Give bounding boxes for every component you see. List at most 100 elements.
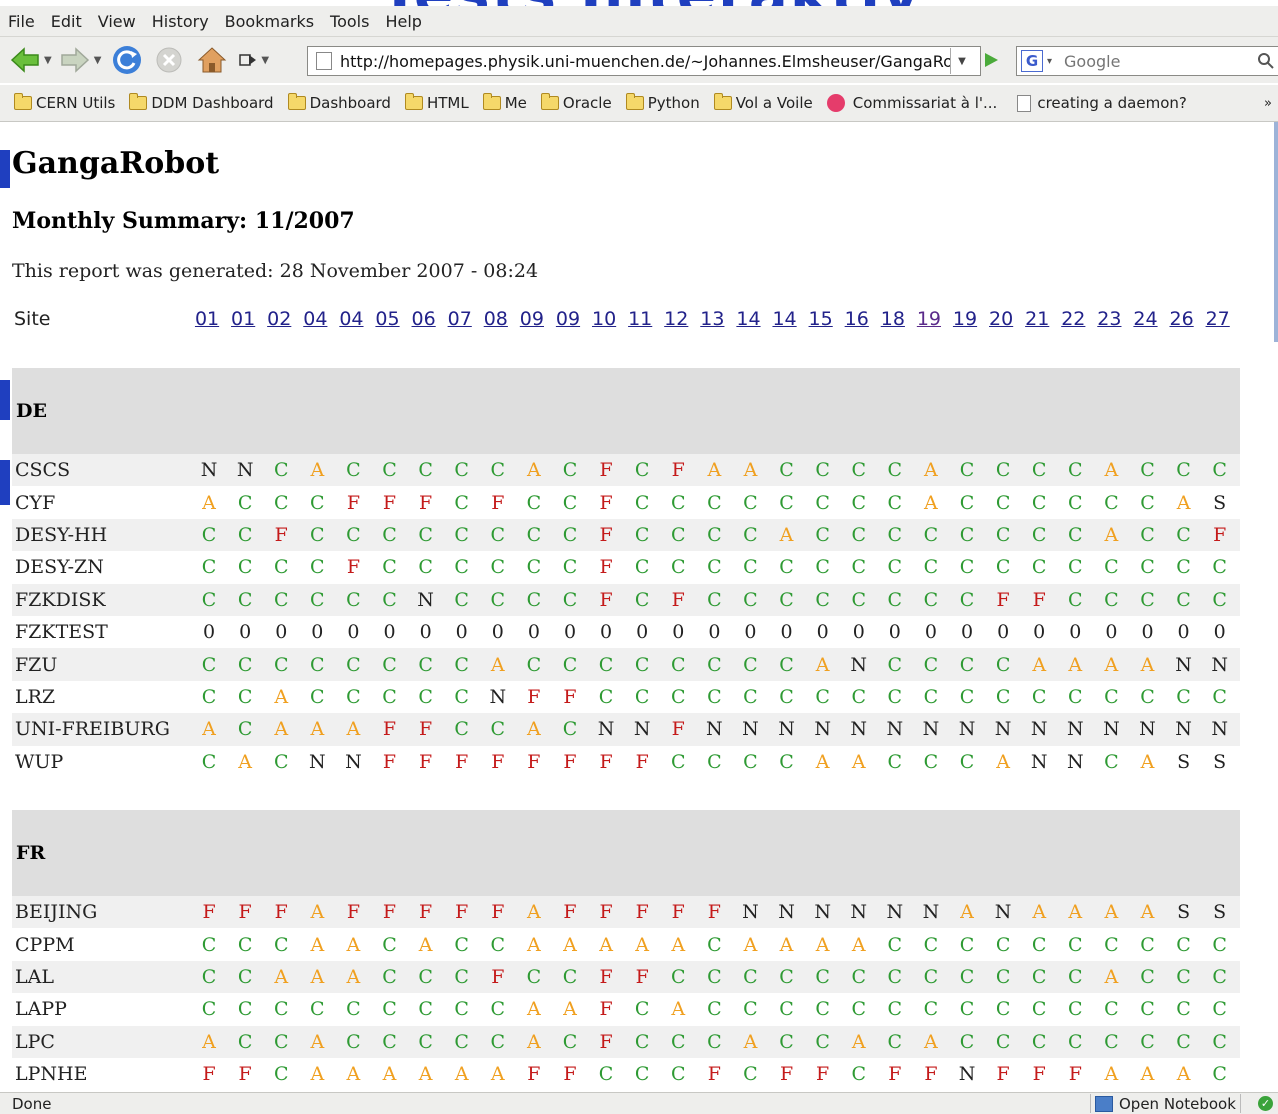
status-cell: C [346,685,361,708]
go-button[interactable] [982,51,1000,73]
menu-view[interactable]: View [90,12,144,31]
day-links: 01 01 02 04 04 05 06 07 08 09 09 10 11 12 13 14 14 15 16 18… [189,308,1236,330]
search-engine-dropdown-icon[interactable]: ▾ [1047,56,1052,67]
status-cell: 0 [924,621,937,644]
status-cell: C [562,1030,578,1053]
status-cell: 0 [1069,621,1082,644]
status-cell: 0 [1177,621,1190,644]
day-link[interactable]: 04 [297,308,333,330]
menu-edit[interactable]: Edit [43,12,90,31]
google-engine-icon[interactable]: G [1021,50,1043,72]
day-link[interactable]: 08 [478,308,514,330]
address-bar[interactable]: http://homepages.physik.uni-muenchen.de/… [307,46,981,76]
bookmark-dashboard[interactable]: Dashboard [287,93,391,112]
status-cell: C [1176,588,1191,611]
day-link[interactable]: 23 [1091,308,1127,330]
menu-tools[interactable]: Tools [322,12,377,31]
status-cell: C [887,523,903,546]
day-link[interactable]: 27 [1200,308,1236,330]
day-link[interactable]: 14 [767,308,803,330]
search-box[interactable]: G ▾ [1016,46,1278,76]
bookmark-html[interactable]: HTML [404,93,469,112]
menu-bookmarks[interactable]: Bookmarks [217,12,322,31]
site-row: LRZ C C A C C C C C N F F C C C C C C C C C C C C C C C C C C [12,681,1240,713]
menu-history[interactable]: History [144,12,217,31]
bookmark-creating-a-daemon[interactable]: creating a daemon? [1017,94,1187,112]
home-button[interactable] [197,43,227,77]
day-link[interactable]: 09 [550,308,586,330]
stop-button[interactable] [155,43,183,77]
back-button[interactable]: ▼ [10,43,52,77]
day-link[interactable]: 12 [658,308,694,330]
status-cell: C [670,653,686,676]
day-link[interactable]: 14 [730,308,766,330]
forward-button[interactable]: ▼ [60,43,102,77]
bookmark-cern-utils[interactable]: CERN Utils [14,93,115,112]
day-link[interactable]: 11 [622,308,658,330]
status-cell: C [1176,523,1191,546]
day-link[interactable]: 20 [983,308,1019,330]
day-link[interactable]: 19 [947,308,983,330]
day-link[interactable]: 07 [442,308,478,330]
reload-button[interactable] [111,43,143,77]
status-cell: C [923,998,939,1021]
group-name: FR [16,842,46,864]
status-cell: N [994,901,1012,924]
site-row: CSCS N N C A C C C C C A C F C F A A C C C C A C C C C A C C C [12,454,1240,487]
feed-dropdown-icon[interactable]: ▼ [261,55,269,66]
forward-dropdown-icon[interactable]: ▼ [94,55,102,66]
day-link[interactable]: 15 [803,308,839,330]
status-cell: A [671,998,686,1021]
bookmark-vol-a-voile[interactable]: Vol a Voile [713,93,813,112]
day-link[interactable]: 09 [514,308,550,330]
bookmark-me[interactable]: Me [482,93,527,112]
search-input[interactable] [1062,50,1257,72]
status-cell: C [743,1063,758,1086]
url-history-dropdown-icon[interactable]: ▼ [950,48,973,74]
status-cell: C [346,523,361,546]
day-link[interactable]: 16 [839,308,875,330]
day-link[interactable]: 06 [406,308,442,330]
day-link[interactable]: 13 [694,308,730,330]
status-cell: C [707,523,722,546]
day-link[interactable]: 04 [333,308,369,330]
status-cell: 0 [997,621,1010,644]
menu-file[interactable]: File [0,12,43,31]
back-dropdown-icon[interactable]: ▼ [44,55,52,66]
day-link[interactable]: 01 [189,308,225,330]
day-link[interactable]: 10 [586,308,622,330]
open-notebook-button[interactable]: Open Notebook [1090,1094,1241,1113]
day-link[interactable]: 05 [369,308,405,330]
bookmark-python[interactable]: Python [625,93,700,112]
status-cell: A [202,718,216,741]
day-link[interactable]: 18 [875,308,911,330]
folder-icon [482,93,501,110]
status-cell: C [1104,933,1119,956]
bookmark-oracle[interactable]: Oracle [540,93,612,112]
day-link[interactable]: 02 [261,308,297,330]
day-link[interactable]: 24 [1127,308,1163,330]
menu-help[interactable]: Help [377,12,429,31]
status-cell: C [923,588,939,611]
status-cell: C [779,1030,794,1053]
bookmarks-overflow-icon[interactable]: » [1264,96,1272,111]
status-cell: A [563,933,577,956]
url-field[interactable]: http://homepages.physik.uni-muenchen.de/… [340,52,950,71]
status-cell: C [1031,491,1047,514]
bookmark-ddm-dashboard[interactable]: DDM Dashboard [129,93,274,112]
search-icon[interactable] [1257,52,1275,70]
bookmark-commissariat[interactable]: Commissariat à l'... [826,94,997,112]
day-link[interactable]: 21 [1019,308,1055,330]
status-cell: C [1104,750,1119,773]
day-link[interactable]: 19 [911,308,947,330]
day-link[interactable]: 22 [1055,308,1091,330]
status-cell: 0 [852,621,865,644]
scrollbar[interactable] [1274,122,1278,342]
status-cell: A [310,965,325,988]
day-link[interactable]: 26 [1164,308,1200,330]
status-cell: C [995,1030,1011,1053]
day-link[interactable]: 01 [225,308,261,330]
status-cell: F [419,750,433,773]
status-cell: F [599,459,613,482]
feed-button[interactable]: ▼ [239,43,269,77]
